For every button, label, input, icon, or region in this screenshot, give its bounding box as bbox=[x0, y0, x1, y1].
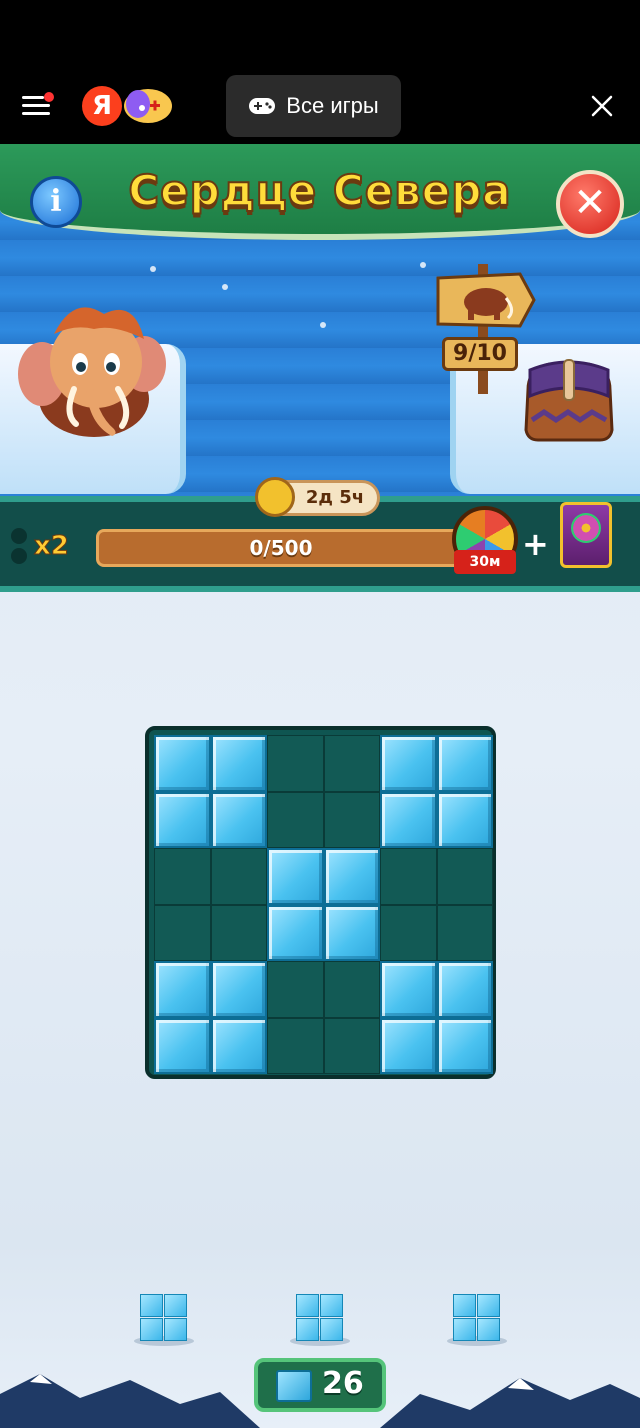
moves-count: 26 bbox=[322, 1366, 364, 1401]
game-area: Сердце Севера i ✕ 9/10 2д 5ч x2 0/500 30… bbox=[0, 144, 640, 1428]
block-piece-2[interactable] bbox=[296, 1294, 344, 1342]
empty-cell bbox=[380, 904, 437, 961]
event-title: Сердце Севера bbox=[127, 165, 512, 216]
ice-block-cell bbox=[436, 1017, 493, 1074]
empty-cell bbox=[436, 904, 493, 961]
ice-block-cell bbox=[210, 961, 267, 1018]
empty-cell bbox=[380, 848, 437, 905]
gamepad-icon bbox=[249, 98, 276, 114]
event-progress-bar: 0/500 bbox=[96, 529, 466, 567]
empty-cell bbox=[323, 961, 380, 1018]
close-icon[interactable] bbox=[590, 94, 614, 118]
snowflake bbox=[222, 284, 228, 290]
score-multiplier: x2 bbox=[34, 531, 70, 562]
mammoth-character bbox=[18, 307, 166, 437]
ice-block-cell bbox=[154, 1017, 211, 1074]
all-games-label: Все игры bbox=[286, 93, 379, 118]
games-logo-icon[interactable] bbox=[120, 84, 174, 126]
ice-block-cell bbox=[380, 735, 437, 792]
ice-block-cell bbox=[436, 735, 493, 792]
empty-cell bbox=[267, 791, 324, 848]
empty-cell bbox=[323, 1017, 380, 1074]
event-timer: 2д 5ч bbox=[255, 477, 380, 517]
empty-cell bbox=[323, 735, 380, 792]
empty-cell bbox=[210, 904, 267, 961]
ice-block-cell bbox=[267, 904, 324, 961]
progress-text: 0/500 bbox=[249, 536, 313, 560]
empty-cell bbox=[436, 848, 493, 905]
wheel-timer-label: 30м bbox=[454, 550, 516, 574]
ice-block-cell bbox=[380, 961, 437, 1018]
plus-sign: + bbox=[522, 525, 549, 563]
ice-block-cell bbox=[154, 791, 211, 848]
browser-top-bar: Я Все игры bbox=[0, 0, 640, 144]
game-board bbox=[145, 726, 496, 1079]
board-grid bbox=[154, 735, 493, 1074]
ice-block-cell bbox=[154, 961, 211, 1018]
ice-block-icon bbox=[276, 1370, 312, 1402]
ice-block-cell bbox=[210, 791, 267, 848]
ice-block-cell bbox=[210, 735, 267, 792]
bonus-slot-icon bbox=[11, 528, 27, 564]
reward-bag-icon[interactable] bbox=[520, 350, 618, 442]
empty-cell bbox=[267, 1017, 324, 1074]
snowflake bbox=[420, 262, 426, 268]
empty-cell bbox=[267, 961, 324, 1018]
empty-cell bbox=[210, 848, 267, 905]
yandex-logo[interactable]: Я bbox=[82, 86, 122, 126]
clock-icon bbox=[255, 477, 295, 517]
moves-counter: 26 bbox=[254, 1358, 386, 1412]
info-button[interactable]: i bbox=[30, 176, 82, 228]
block-piece-3[interactable] bbox=[453, 1294, 501, 1342]
ice-block-cell bbox=[323, 904, 380, 961]
collection-count: 9/10 bbox=[442, 337, 518, 371]
block-piece-1[interactable] bbox=[140, 1294, 188, 1342]
empty-cell bbox=[323, 791, 380, 848]
ice-block-cell bbox=[154, 735, 211, 792]
reward-chest-icon[interactable] bbox=[560, 502, 612, 568]
ice-block-cell bbox=[267, 848, 324, 905]
snowflake bbox=[320, 322, 326, 328]
snowflake bbox=[150, 266, 156, 272]
ice-block-cell bbox=[436, 791, 493, 848]
notification-dot bbox=[44, 92, 54, 102]
ice-block-cell bbox=[380, 791, 437, 848]
timer-text: 2д 5ч bbox=[305, 487, 365, 508]
close-event-button[interactable]: ✕ bbox=[556, 170, 624, 238]
empty-cell bbox=[154, 904, 211, 961]
ice-block-cell bbox=[323, 848, 380, 905]
ice-block-cell bbox=[210, 1017, 267, 1074]
empty-cell bbox=[154, 848, 211, 905]
flower-icon bbox=[571, 513, 601, 543]
all-games-button[interactable]: Все игры bbox=[226, 75, 401, 137]
ice-block-cell bbox=[380, 1017, 437, 1074]
ice-block-cell bbox=[436, 961, 493, 1018]
menu-icon[interactable] bbox=[22, 92, 54, 118]
empty-cell bbox=[267, 735, 324, 792]
